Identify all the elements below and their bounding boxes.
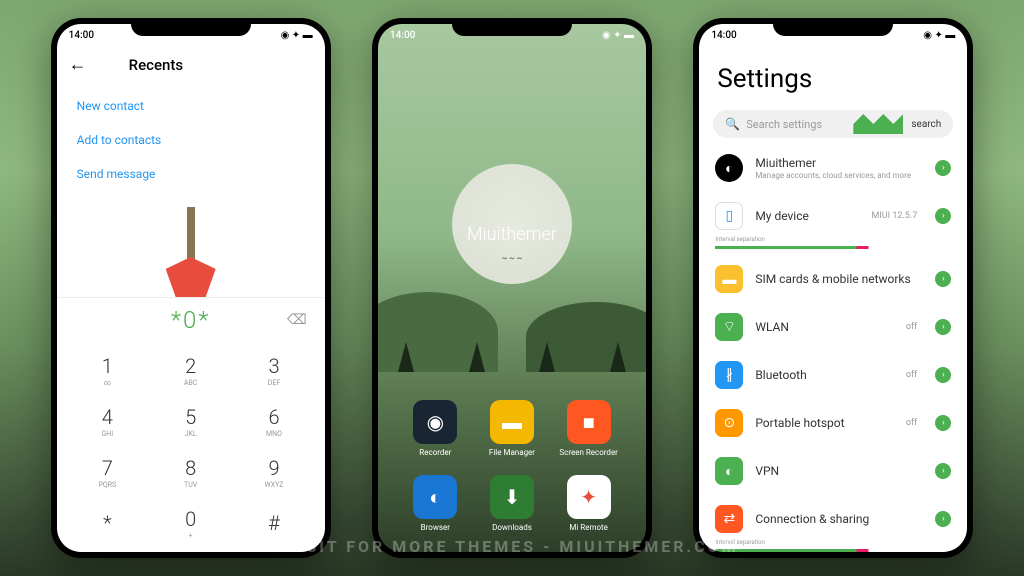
key-*[interactable]: * xyxy=(67,499,148,548)
setting-icon: ▬ xyxy=(715,265,743,293)
device-value: MIUI 12.5.7 xyxy=(872,211,918,221)
app-mi-remote[interactable]: ✦Mi Remote xyxy=(559,475,618,532)
back-icon[interactable]: ← xyxy=(69,54,87,75)
key-5[interactable]: 5JKL xyxy=(150,397,231,446)
device-label: My device xyxy=(755,209,859,223)
setting-wlan[interactable]: ⌔WLANoff› xyxy=(699,303,967,351)
setting-icon: ⇄ xyxy=(715,505,743,533)
key-0[interactable]: 0+ xyxy=(150,499,231,548)
account-name: Miuithemer xyxy=(755,156,923,170)
setting-vpn[interactable]: ◐VPN› xyxy=(699,447,967,495)
dialer-screen: 14:00 ◉ ✦ ▬ ← Recents New contact Add to… xyxy=(57,24,325,552)
setting-icon: ∦ xyxy=(715,361,743,389)
send-message-link[interactable]: Send message xyxy=(77,157,305,191)
chevron-icon: › xyxy=(935,463,951,479)
dialed-number: *0* xyxy=(171,306,211,334)
phone-settings: 14:00 ◉ ✦ ▬ Settings 🔍 Search settings s… xyxy=(693,18,973,558)
app-screen-recorder[interactable]: ■Screen Recorder xyxy=(559,400,618,457)
key-2[interactable]: 2ABC xyxy=(150,346,231,395)
chevron-icon: › xyxy=(935,208,951,224)
setting-portable-hotspot[interactable]: ⊙Portable hotspotoff› xyxy=(699,399,967,447)
separator: Interval separation xyxy=(715,549,951,552)
search-label: search xyxy=(911,119,941,130)
app-downloads[interactable]: ⬇Downloads xyxy=(483,475,542,532)
account-item[interactable]: ◐ Miuithemer Manage accounts, cloud serv… xyxy=(699,144,967,192)
setting-bluetooth[interactable]: ∦Bluetoothoff› xyxy=(699,351,967,399)
home-screen: 14:00 ◉ ✦ ▬ Miuithemer ~ ~ ~ ◉Recorder ▬F… xyxy=(378,24,646,552)
key-1[interactable]: 1∞ xyxy=(67,346,148,395)
phone-dialer: 14:00 ◉ ✦ ▬ ← Recents New contact Add to… xyxy=(51,18,331,558)
chevron-icon: › xyxy=(935,511,951,527)
chevron-icon: › xyxy=(935,415,951,431)
search-bar[interactable]: 🔍 Search settings search xyxy=(713,110,953,138)
backspace-icon[interactable]: ⌫ xyxy=(287,312,307,328)
status-time: 14:00 xyxy=(390,30,415,41)
device-item[interactable]: ▯ My device MIUI 12.5.7 › xyxy=(699,192,967,240)
chevron-icon: › xyxy=(935,367,951,383)
key-7[interactable]: 7PQRS xyxy=(67,448,148,497)
dialpad: 1∞2ABC3DEF4GHI5JKL6MNO7PQRS8TUV9WXYZ*0+# xyxy=(57,342,325,552)
status-time: 14:00 xyxy=(69,30,94,41)
setting-sim-cards-mobile-networks[interactable]: ▬SIM cards & mobile networks› xyxy=(699,255,967,303)
watermark: VISIT FOR MORE THEMES - MIUITHEMER.COM xyxy=(285,537,738,556)
setting-icon: ⊙ xyxy=(715,409,743,437)
brand-text: Miuithemer xyxy=(467,224,557,245)
key-8[interactable]: 8TUV xyxy=(150,448,231,497)
settings-screen: 14:00 ◉ ✦ ▬ Settings 🔍 Search settings s… xyxy=(699,24,967,552)
account-avatar: ◐ xyxy=(715,154,743,182)
key-9[interactable]: 9WXYZ xyxy=(233,448,314,497)
search-icon: 🔍 xyxy=(725,117,740,131)
dialer-header: ← Recents xyxy=(57,46,325,83)
birds-illustration: ~ ~ ~ xyxy=(502,254,522,263)
app-browser[interactable]: ◐Browser xyxy=(406,475,465,532)
separator: Interval separation xyxy=(715,246,951,249)
chevron-icon: › xyxy=(935,319,951,335)
app-file-manager[interactable]: ▬File Manager xyxy=(483,400,542,457)
key-3[interactable]: 3DEF xyxy=(233,346,314,395)
new-contact-link[interactable]: New contact xyxy=(77,89,305,123)
settings-title: Settings xyxy=(699,46,967,104)
add-to-contacts-link[interactable]: Add to contacts xyxy=(77,123,305,157)
app-grid: ◉Recorder ▬File Manager ■Screen Recorder ◐B… xyxy=(378,400,646,532)
device-icon: ▯ xyxy=(715,202,743,230)
number-display: *0* ⌫ xyxy=(57,297,325,342)
setting-icon: ◐ xyxy=(715,457,743,485)
account-sub: Manage accounts, cloud services, and mor… xyxy=(755,171,923,180)
trees xyxy=(378,342,646,372)
key-6[interactable]: 6MNO xyxy=(233,397,314,446)
status-icons: ◉ ✦ ▬ xyxy=(281,30,313,41)
app-recorder[interactable]: ◉Recorder xyxy=(406,400,465,457)
setting-connection-sharing[interactable]: ⇄Connection & sharing› xyxy=(699,495,967,543)
chevron-icon: › xyxy=(935,160,951,176)
notch xyxy=(452,18,572,36)
notch xyxy=(773,18,893,36)
setting-icon: ⌔ xyxy=(715,313,743,341)
notch xyxy=(131,18,251,36)
chevron-icon: › xyxy=(935,271,951,287)
phone-home: 14:00 ◉ ✦ ▬ Miuithemer ~ ~ ~ ◉Recorder ▬F… xyxy=(372,18,652,558)
key-4[interactable]: 4GHI xyxy=(67,397,148,446)
contact-actions: New contact Add to contacts Send message xyxy=(57,83,325,197)
status-icons: ◉ ✦ ▬ xyxy=(923,30,955,41)
status-icons: ◉ ✦ ▬ xyxy=(602,30,634,41)
recents-title: Recents xyxy=(129,56,183,74)
status-time: 14:00 xyxy=(711,30,736,41)
guitar-illustration xyxy=(57,197,325,297)
